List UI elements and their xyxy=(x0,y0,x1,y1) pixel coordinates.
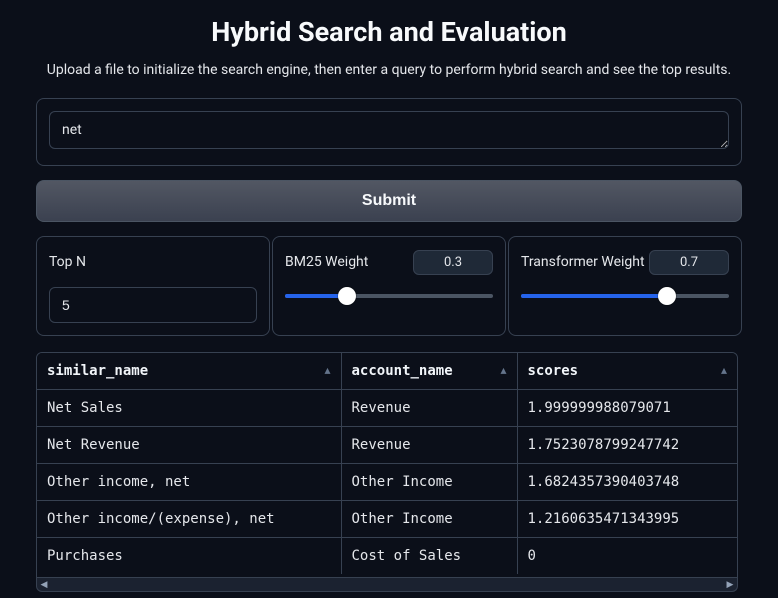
column-label: similar_name xyxy=(47,363,148,379)
column-header-account-name[interactable]: account_name ▲ xyxy=(341,353,517,390)
table-cell: Cost of Sales xyxy=(341,538,517,575)
sort-asc-icon: ▲ xyxy=(721,366,727,377)
table-cell: Revenue xyxy=(341,427,517,464)
page-subtitle: Upload a file to initialize the search e… xyxy=(36,62,742,78)
page-title: Hybrid Search and Evaluation xyxy=(36,16,742,48)
bm25-weight-slider[interactable] xyxy=(285,287,493,305)
sort-asc-icon: ▲ xyxy=(324,366,330,377)
horizontal-scrollbar[interactable]: ◀ ▶ xyxy=(36,578,738,592)
bm25-weight-control: BM25 Weight 0.3 xyxy=(272,236,506,336)
table-cell: Other Income xyxy=(341,464,517,501)
column-header-scores[interactable]: scores ▲ xyxy=(517,353,737,390)
top-n-label: Top N xyxy=(49,254,86,270)
query-container xyxy=(36,98,742,166)
scroll-right-icon: ▶ xyxy=(723,578,737,591)
bm25-weight-value[interactable]: 0.3 xyxy=(413,250,493,275)
table-cell: Other income, net xyxy=(37,464,341,501)
controls-row: Top N BM25 Weight 0.3 Transformer Weight… xyxy=(36,236,742,336)
column-label: account_name xyxy=(352,363,453,379)
column-header-similar-name[interactable]: similar_name ▲ xyxy=(37,353,341,390)
submit-button[interactable]: Submit xyxy=(36,180,742,222)
results-table: similar_name ▲ account_name ▲ scores ▲ xyxy=(37,353,737,574)
transformer-weight-value[interactable]: 0.7 xyxy=(649,250,729,275)
table-cell: Net Revenue xyxy=(37,427,341,464)
table-cell: 1.999999988079071 xyxy=(517,390,737,427)
query-input[interactable] xyxy=(49,111,729,149)
transformer-weight-label: Transformer Weight xyxy=(521,254,645,270)
results-table-container: similar_name ▲ account_name ▲ scores ▲ xyxy=(36,352,738,578)
table-cell: Purchases xyxy=(37,538,341,575)
column-label: scores xyxy=(528,363,579,379)
top-n-input[interactable] xyxy=(49,287,257,323)
bm25-weight-label: BM25 Weight xyxy=(285,254,368,270)
table-cell: Revenue xyxy=(341,390,517,427)
table-cell: Other Income xyxy=(341,501,517,538)
transformer-weight-control: Transformer Weight 0.7 xyxy=(508,236,742,336)
table-cell: Other income/(expense), net xyxy=(37,501,341,538)
table-cell: 1.6824357390403748 xyxy=(517,464,737,501)
table-cell: 1.7523078799247742 xyxy=(517,427,737,464)
table-cell: 0 xyxy=(517,538,737,575)
table-cell: 1.2160635471343995 xyxy=(517,501,737,538)
top-n-control: Top N xyxy=(36,236,270,336)
table-row: Net SalesRevenue1.999999988079071 xyxy=(37,390,737,427)
table-row: Other income, netOther Income1.682435739… xyxy=(37,464,737,501)
table-row: Net RevenueRevenue1.7523078799247742 xyxy=(37,427,737,464)
results-scroll-area[interactable]: similar_name ▲ account_name ▲ scores ▲ xyxy=(37,353,737,577)
table-row: Other income/(expense), netOther Income1… xyxy=(37,501,737,538)
scroll-left-icon: ◀ xyxy=(37,578,51,591)
sort-asc-icon: ▲ xyxy=(500,366,506,377)
table-cell: Net Sales xyxy=(37,390,341,427)
transformer-weight-slider[interactable] xyxy=(521,287,729,305)
table-row: PurchasesCost of Sales0 xyxy=(37,538,737,575)
